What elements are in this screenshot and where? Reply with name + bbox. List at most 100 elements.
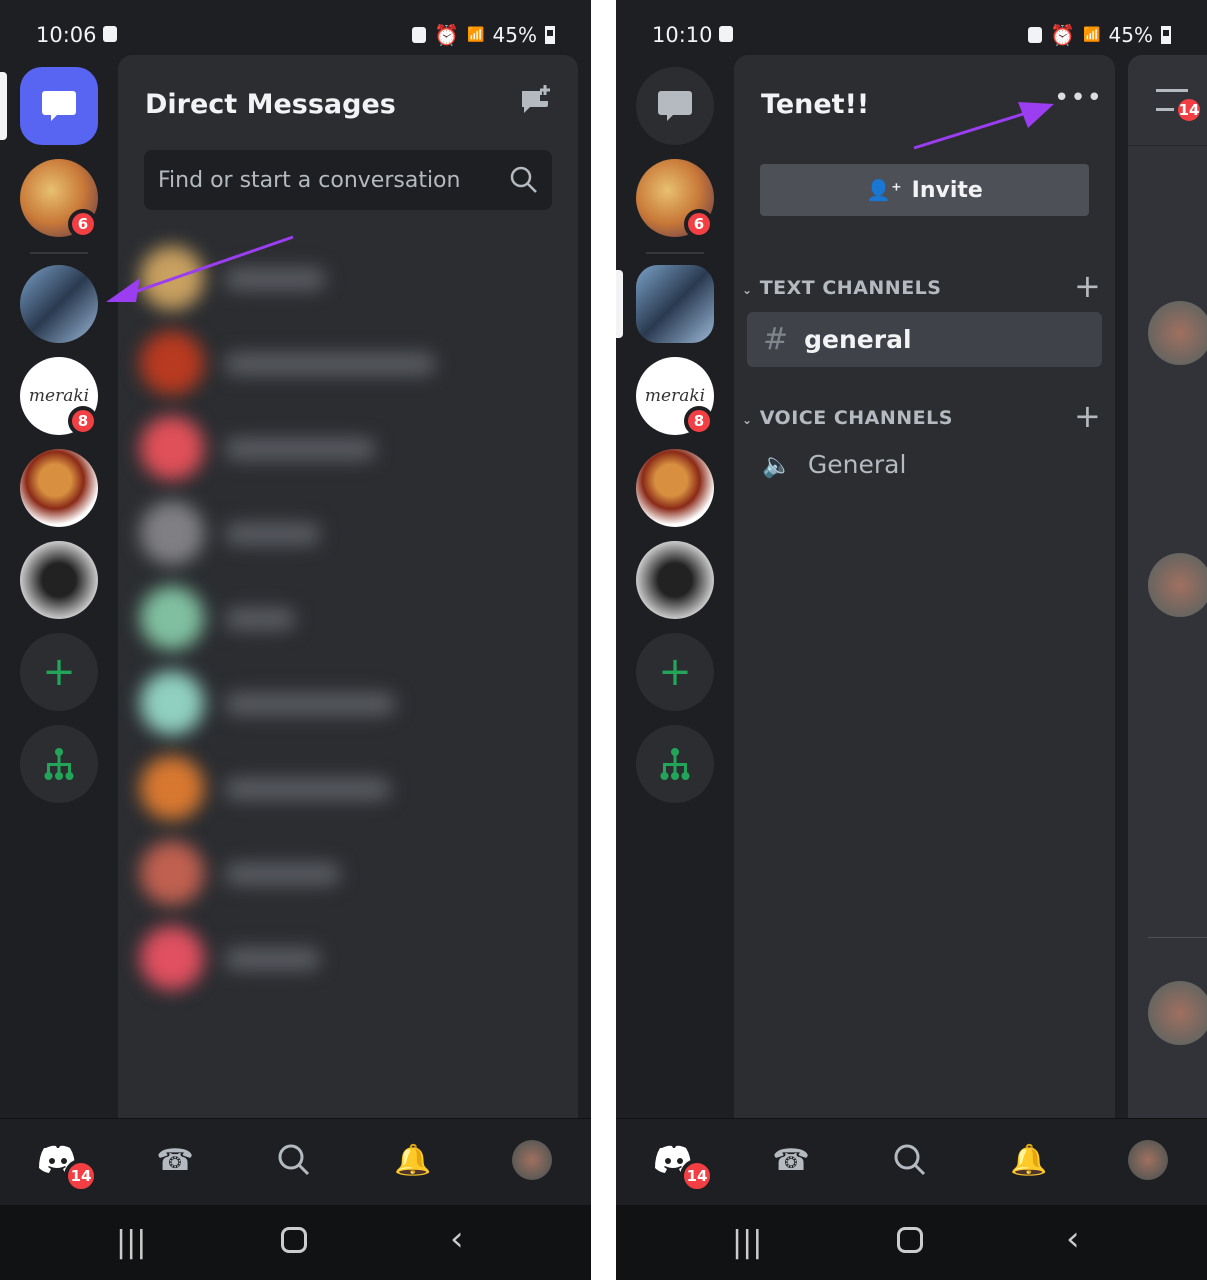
dm-list-item[interactable] [140, 495, 560, 575]
divider [30, 252, 88, 254]
server-5[interactable] [20, 541, 98, 619]
annotation-arrow [913, 102, 1054, 150]
left-screen: 10:06 ⏰ 📶 45% 6 meraki 8 + Direct Messages… [0, 0, 591, 1280]
search-input[interactable]: Find or start a conversation [144, 150, 552, 210]
server-5[interactable] [636, 541, 714, 619]
dm-list-item[interactable] [140, 920, 560, 1000]
channel-name: general [804, 325, 912, 354]
avatar[interactable] [512, 1140, 552, 1180]
text-category[interactable]: ⌄ TEXT CHANNELS [742, 277, 941, 299]
status-bar: 10:10 ⏰ 📶 45% [652, 22, 1171, 48]
dm-list-item[interactable] [140, 750, 560, 830]
avatar[interactable] [1148, 553, 1207, 617]
discover-icon [660, 748, 690, 780]
friends-icon: ☎ [156, 1142, 194, 1178]
unread-badge: 8 [68, 406, 98, 436]
recents-icon[interactable]: ||| [732, 1225, 762, 1260]
voice-category[interactable]: ⌄ VOICE CHANNELS [742, 407, 953, 429]
dm-button[interactable] [20, 67, 98, 145]
add-server-icon: + [658, 649, 692, 695]
add-server-button[interactable]: + [636, 633, 714, 711]
discover-icon [44, 748, 74, 780]
annotation-arrow [106, 235, 294, 302]
add-text-channel-button[interactable]: + [1074, 267, 1101, 305]
new-dm-icon[interactable] [520, 85, 552, 117]
avatar[interactable] [1148, 981, 1207, 1045]
friends-tab[interactable]: ☎ [771, 1140, 811, 1180]
friends-icon: ☎ [772, 1142, 810, 1178]
alarm-icon: ⏰ [434, 23, 460, 47]
search-icon [894, 1144, 926, 1176]
battery-text: 45% [492, 23, 537, 47]
gallery-icon [719, 26, 734, 42]
dm-button[interactable] [636, 67, 714, 145]
dm-list-item[interactable] [140, 835, 560, 915]
friends-tab[interactable]: ☎ [155, 1140, 195, 1180]
notification-badge: 14 [64, 1159, 98, 1193]
divider [1148, 937, 1207, 938]
chat-panel: 14 [1128, 55, 1207, 1118]
server-4[interactable] [20, 449, 98, 527]
discover-button[interactable] [636, 725, 714, 803]
invite-label: Invite [911, 177, 983, 203]
add-voice-channel-button[interactable]: + [1074, 397, 1101, 435]
alarm-icon: ⏰ [1050, 23, 1076, 47]
status-icon [412, 27, 427, 43]
dm-list-item[interactable] [140, 665, 560, 745]
home-icon[interactable] [281, 1227, 307, 1253]
dm-icon [658, 91, 692, 121]
wifi-icon: 📶 [467, 27, 485, 43]
speaker-icon: 🔈 [762, 450, 792, 479]
notifications-icon: 🔔 [394, 1142, 432, 1178]
gallery-icon [103, 26, 118, 42]
server-name[interactable]: Tenet!! [761, 89, 869, 120]
add-user-icon: 👤⁺ [866, 178, 902, 202]
status-bar: 10:06 ⏰ 📶 45% [36, 22, 555, 48]
dm-icon [42, 91, 76, 121]
search-icon [510, 166, 537, 193]
dm-list-item[interactable] [140, 325, 560, 405]
avatar[interactable] [1148, 301, 1207, 365]
unread-badge: 6 [684, 209, 714, 239]
notifications-tab[interactable]: 🔔 [1009, 1140, 1049, 1180]
add-server-button[interactable]: + [20, 633, 98, 711]
invite-button[interactable]: 👤⁺ Invite [760, 164, 1089, 216]
system-nav: ||| ‹ [616, 1205, 1207, 1280]
search-placeholder: Find or start a conversation [158, 167, 461, 193]
search-icon [278, 1144, 310, 1176]
wifi-icon: 📶 [1083, 27, 1101, 43]
dm-list-item[interactable] [140, 410, 560, 490]
avatar[interactable] [1128, 1140, 1168, 1180]
hashtag-icon: # [763, 322, 789, 357]
unread-badge: 8 [684, 406, 714, 436]
server-4[interactable] [636, 449, 714, 527]
unread-badge: 6 [68, 209, 98, 239]
battery-icon [545, 26, 555, 44]
discover-button[interactable] [20, 725, 98, 803]
recents-icon[interactable]: ||| [116, 1225, 146, 1260]
search-tab[interactable] [274, 1140, 314, 1180]
home-icon[interactable] [897, 1227, 923, 1253]
battery-text: 45% [1108, 23, 1153, 47]
server-tenet[interactable] [20, 265, 98, 343]
page-title: Direct Messages [145, 89, 396, 120]
back-icon[interactable]: ‹ [1066, 1219, 1080, 1259]
members-badge: 14 [1174, 95, 1204, 125]
battery-icon [1161, 26, 1171, 44]
voice-channel-general[interactable]: 🔈 General [762, 450, 906, 479]
dm-list-item[interactable] [140, 580, 560, 660]
channel-name: General [807, 450, 907, 479]
server-tenet[interactable] [636, 265, 714, 343]
notifications-icon: 🔔 [1010, 1142, 1048, 1178]
clock: 10:06 [36, 23, 97, 47]
notifications-tab[interactable]: 🔔 [393, 1140, 433, 1180]
channel-general[interactable]: # general [747, 312, 1102, 367]
selected-indicator [616, 270, 623, 338]
channel-panel: Tenet!! ••• 👤⁺ Invite ⌄ TEXT CHANNELS + #… [734, 55, 1115, 1118]
system-nav: ||| ‹ [0, 1205, 591, 1280]
add-server-icon: + [42, 649, 76, 695]
status-icon [1028, 27, 1043, 43]
right-screen: 10:10 ⏰ 📶 45% 6 meraki 8 + Tenet!! ••• 👤⁺ I… [616, 0, 1207, 1280]
search-tab[interactable] [890, 1140, 930, 1180]
back-icon[interactable]: ‹ [450, 1219, 464, 1259]
